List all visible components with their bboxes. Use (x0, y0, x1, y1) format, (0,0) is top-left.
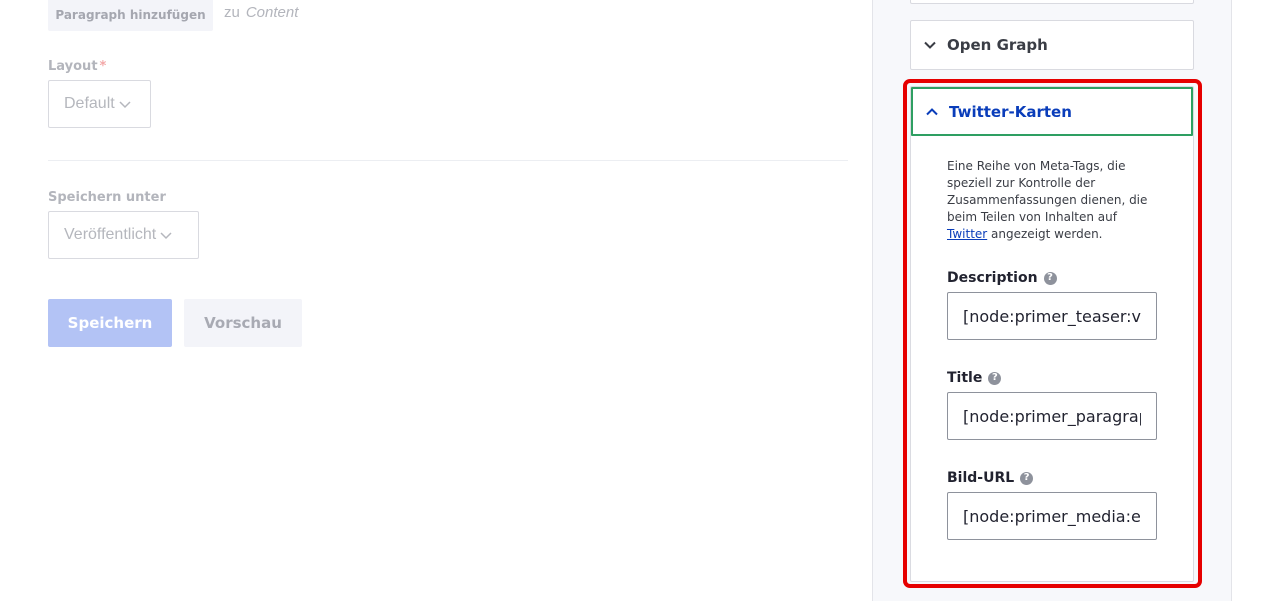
section-divider (48, 160, 848, 161)
required-marker: * (99, 59, 107, 74)
main-form: Paragraph hinzufügen zu Content Layout * D… (0, 0, 872, 601)
layout-select-value: Default (64, 95, 115, 112)
preview-button[interactable]: Vorschau (184, 299, 302, 347)
chevron-down-icon (924, 41, 936, 49)
layout-label: Layout * (48, 59, 106, 74)
collapsed-section-stub[interactable] (910, 0, 1194, 4)
accordion-open-graph[interactable]: Open Graph (910, 20, 1194, 70)
save-as-label-text: Speichern unter (48, 190, 166, 205)
add-paragraph-target: zu Content (224, 4, 298, 21)
chevron-down-icon (119, 101, 131, 109)
add-paragraph-button[interactable]: Paragraph hinzufügen (48, 0, 213, 31)
layout-label-text: Layout (48, 59, 98, 74)
save-as-label: Speichern unter (48, 190, 166, 205)
save-as-select[interactable]: Veröffentlicht (48, 211, 199, 259)
accordion-open-graph-header[interactable]: Open Graph (911, 21, 1193, 69)
save-button[interactable]: Speichern (48, 299, 172, 347)
chevron-down-icon (160, 232, 172, 240)
highlight-box (903, 79, 1202, 588)
target-name: Content (245, 4, 299, 21)
accordion-open-graph-label: Open Graph (947, 36, 1048, 54)
to-word: zu (224, 4, 240, 21)
save-as-select-value: Veröffentlicht (64, 226, 157, 243)
layout-select[interactable]: Default (48, 80, 151, 128)
